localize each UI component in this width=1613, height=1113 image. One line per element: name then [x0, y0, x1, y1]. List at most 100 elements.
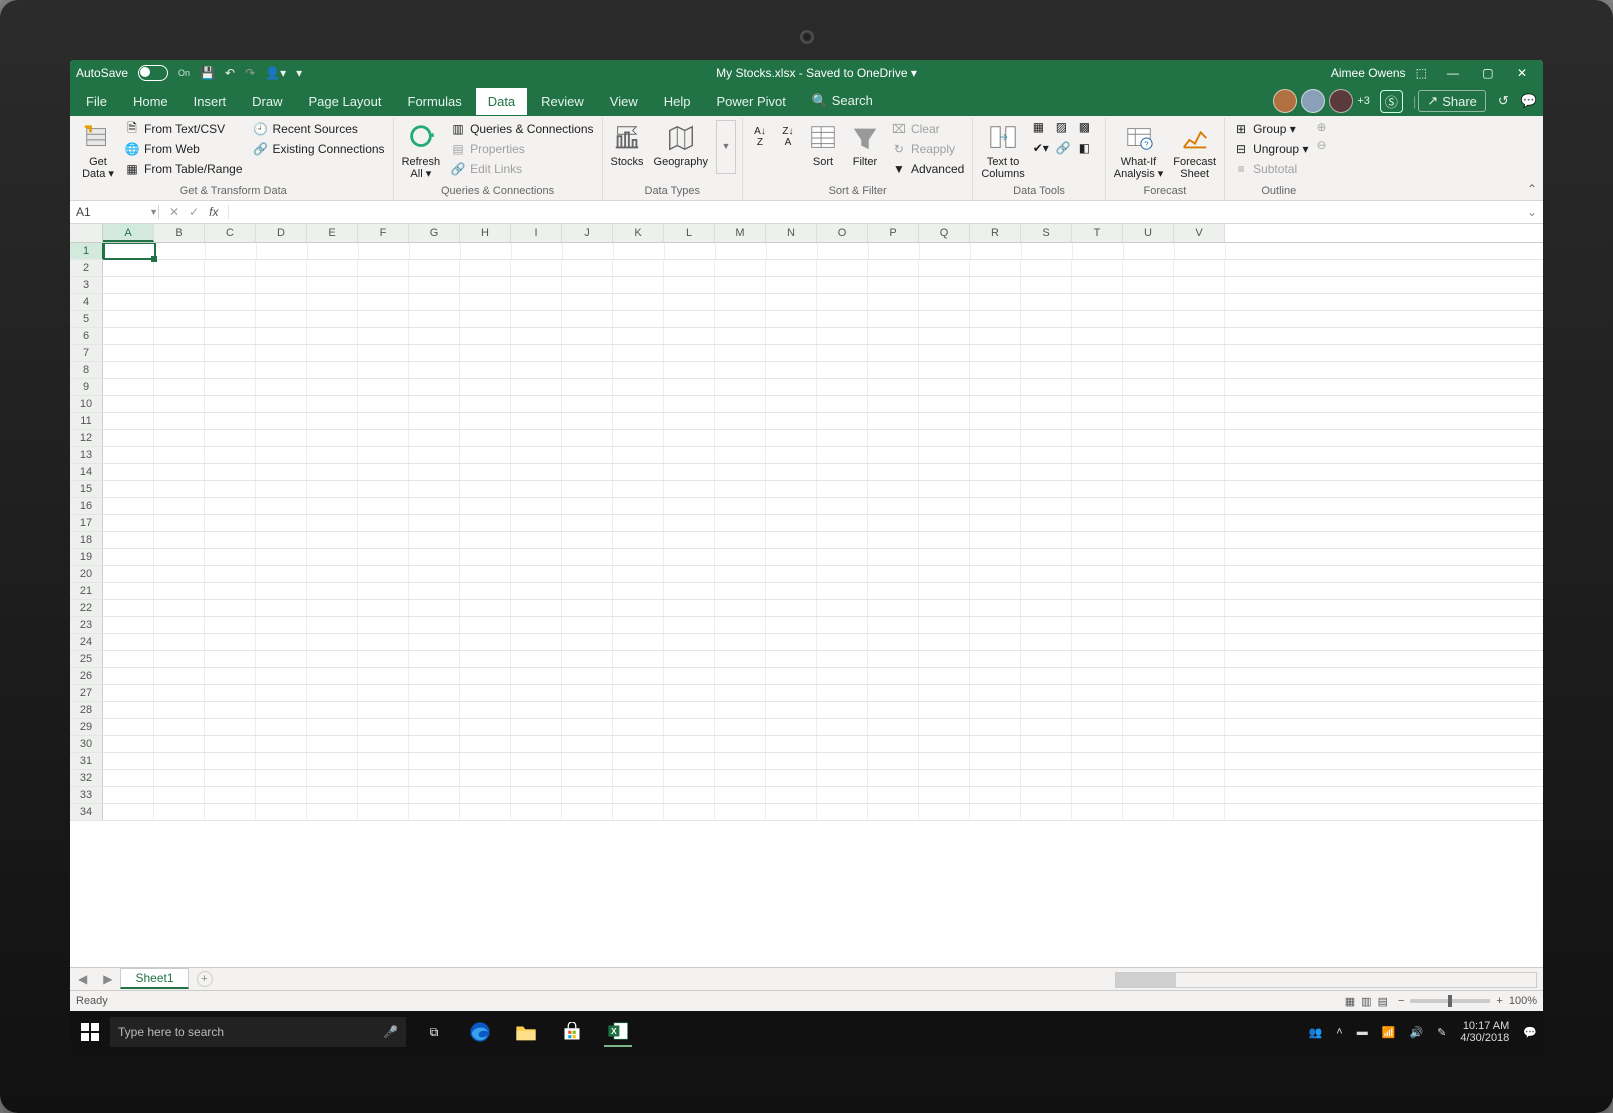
cell[interactable] [562, 770, 613, 786]
cell[interactable] [511, 617, 562, 633]
cell[interactable] [1021, 260, 1072, 276]
zoom-in-button[interactable]: + [1496, 995, 1502, 1007]
cell[interactable] [1174, 413, 1225, 429]
cell[interactable] [868, 515, 919, 531]
column-header[interactable]: T [1072, 224, 1123, 242]
cell[interactable] [409, 583, 460, 599]
cell[interactable] [562, 362, 613, 378]
cell[interactable] [511, 532, 562, 548]
cell[interactable] [511, 464, 562, 480]
people-tray-icon[interactable]: 👥 [1309, 1026, 1323, 1039]
cell[interactable] [664, 464, 715, 480]
row-header[interactable]: 34 [70, 804, 103, 820]
cell[interactable] [970, 753, 1021, 769]
cell[interactable] [1174, 566, 1225, 582]
cell[interactable] [154, 515, 205, 531]
cell[interactable] [103, 464, 154, 480]
cell[interactable] [1123, 770, 1174, 786]
taskbar-clock[interactable]: 10:17 AM 4/30/2018 [1460, 1020, 1509, 1044]
cell[interactable] [358, 651, 409, 667]
cell[interactable] [970, 566, 1021, 582]
taskbar-search[interactable]: Type here to search🎤 [110, 1017, 406, 1047]
cell[interactable] [919, 685, 970, 701]
cell[interactable] [409, 481, 460, 497]
cell[interactable] [664, 685, 715, 701]
cell[interactable] [715, 379, 766, 395]
cell[interactable] [1021, 379, 1072, 395]
cell[interactable] [358, 770, 409, 786]
row-header[interactable]: 30 [70, 736, 103, 752]
cell[interactable] [715, 804, 766, 820]
cell[interactable] [256, 396, 307, 412]
cell[interactable] [562, 481, 613, 497]
cell[interactable] [1174, 549, 1225, 565]
cell[interactable] [1174, 532, 1225, 548]
cell[interactable] [919, 260, 970, 276]
cell[interactable] [205, 498, 256, 514]
ungroup-button[interactable]: ⊟Ungroup ▾ [1231, 140, 1310, 158]
cell[interactable] [766, 532, 817, 548]
cell[interactable] [664, 379, 715, 395]
cell[interactable] [1072, 668, 1123, 684]
row-header[interactable]: 13 [70, 447, 103, 463]
minimize-button[interactable]: — [1437, 66, 1469, 80]
cell[interactable] [1021, 634, 1072, 650]
cell[interactable] [307, 549, 358, 565]
cell[interactable] [155, 243, 206, 259]
cell[interactable] [460, 532, 511, 548]
cell[interactable] [919, 566, 970, 582]
row-header[interactable]: 32 [70, 770, 103, 786]
cell[interactable] [307, 702, 358, 718]
cell[interactable] [205, 515, 256, 531]
cell[interactable] [664, 532, 715, 548]
column-header[interactable]: N [766, 224, 817, 242]
cell[interactable] [817, 685, 868, 701]
cell[interactable] [919, 600, 970, 616]
cell[interactable] [1174, 481, 1225, 497]
cell[interactable] [460, 634, 511, 650]
cell[interactable] [409, 719, 460, 735]
cell[interactable] [715, 413, 766, 429]
cell[interactable] [817, 362, 868, 378]
zoom-out-button[interactable]: − [1398, 995, 1404, 1007]
maximize-button[interactable]: ▢ [1472, 66, 1503, 80]
column-header[interactable]: L [664, 224, 715, 242]
cell[interactable] [1072, 736, 1123, 752]
cell[interactable] [409, 702, 460, 718]
row-header[interactable]: 19 [70, 549, 103, 565]
cell[interactable] [919, 719, 970, 735]
tab-formulas[interactable]: Formulas [396, 88, 474, 115]
cell[interactable] [817, 498, 868, 514]
cell[interactable] [970, 464, 1021, 480]
column-header[interactable]: I [511, 224, 562, 242]
cell[interactable] [715, 566, 766, 582]
cell[interactable] [1123, 804, 1174, 820]
autosave-toggle[interactable] [138, 65, 168, 81]
cell[interactable] [766, 753, 817, 769]
cell[interactable] [256, 804, 307, 820]
cell[interactable] [766, 379, 817, 395]
cell[interactable] [766, 804, 817, 820]
row-header[interactable]: 4 [70, 294, 103, 310]
cell[interactable] [154, 804, 205, 820]
cell[interactable] [358, 311, 409, 327]
cell[interactable] [664, 345, 715, 361]
cell[interactable] [766, 583, 817, 599]
cell[interactable] [154, 702, 205, 718]
cell[interactable] [307, 787, 358, 803]
cell[interactable] [817, 634, 868, 650]
cell[interactable] [154, 396, 205, 412]
cell[interactable] [1174, 651, 1225, 667]
cell[interactable] [919, 549, 970, 565]
cell[interactable] [715, 311, 766, 327]
cell[interactable] [409, 566, 460, 582]
row-header[interactable]: 14 [70, 464, 103, 480]
cell[interactable] [511, 549, 562, 565]
cell[interactable] [1021, 736, 1072, 752]
stocks-button[interactable]: Stocks [609, 120, 646, 170]
cell[interactable] [1021, 345, 1072, 361]
cell[interactable] [869, 243, 920, 259]
worksheet-grid[interactable]: ABCDEFGHIJKLMNOPQRSTUV 12345678910111213… [70, 224, 1543, 967]
cell[interactable] [154, 651, 205, 667]
cell[interactable] [1174, 362, 1225, 378]
